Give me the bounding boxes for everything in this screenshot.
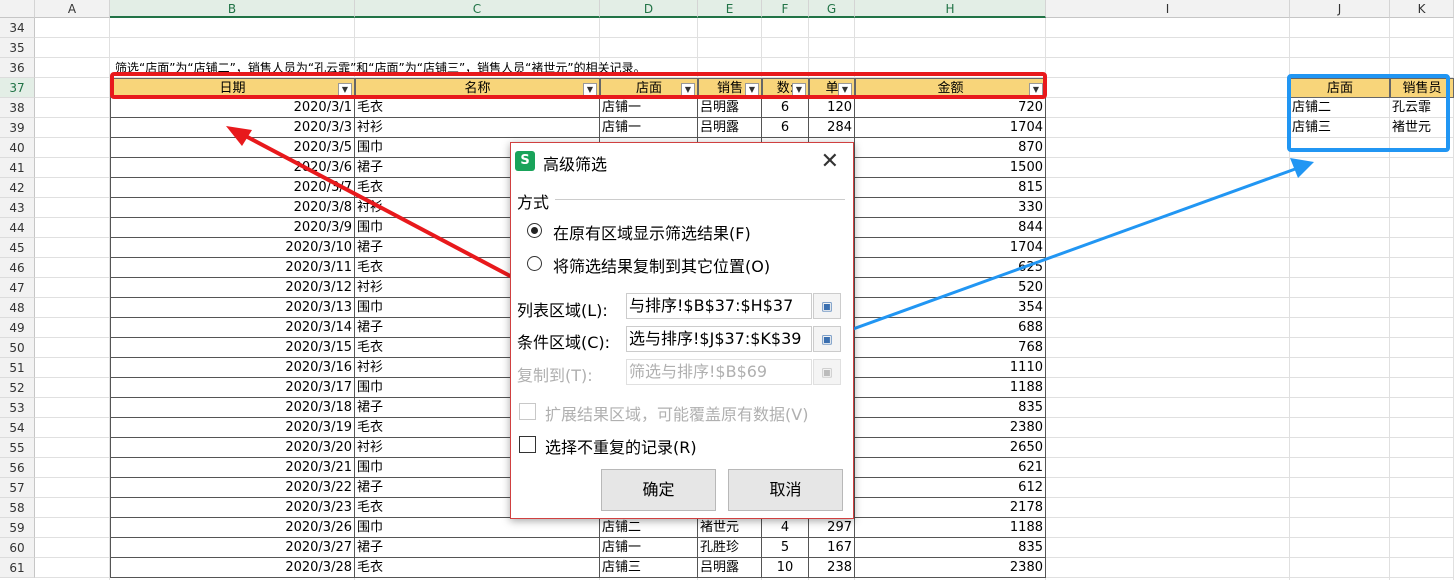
close-icon[interactable]: ✕ xyxy=(821,149,839,174)
unique-records-label[interactable]: 选择不重复的记录(R) xyxy=(545,434,697,458)
radio-in-place-label[interactable]: 在原有区域显示筛选结果(F) xyxy=(553,220,751,244)
radio-copy-label[interactable]: 将筛选结果复制到其它位置(O) xyxy=(553,253,770,277)
blue-arrow xyxy=(805,166,1299,348)
advanced-filter-dialog[interactable]: S 高级筛选 ✕ 方式 在原有区域显示筛选结果(F) 将筛选结果复制到其它位置(… xyxy=(510,142,854,519)
dialog-title: 高级筛选 xyxy=(543,155,608,174)
criteria-range-picker-icon[interactable]: ▣ xyxy=(813,326,841,352)
wps-logo-icon: S xyxy=(515,151,535,171)
radio-in-place[interactable] xyxy=(527,223,542,238)
expand-results-label: 扩展结果区域，可能覆盖原有数据(V) xyxy=(545,405,809,424)
mode-section-label: 方式 xyxy=(517,193,550,212)
unique-records-checkbox[interactable] xyxy=(519,436,536,453)
list-range-label: 列表区域(L): xyxy=(517,301,608,320)
list-range-picker-icon[interactable]: ▣ xyxy=(813,293,841,319)
criteria-range-input[interactable]: 选与排序!$J$37:$K$39 xyxy=(626,326,812,352)
ok-button[interactable]: 确定 xyxy=(601,469,716,511)
red-arrowhead xyxy=(226,126,252,146)
expand-results-checkbox[interactable] xyxy=(519,403,536,420)
criteria-range-label: 条件区域(C): xyxy=(517,333,611,352)
radio-copy[interactable] xyxy=(527,256,542,271)
dialog-title-bar[interactable]: S 高级筛选 ✕ xyxy=(511,143,853,179)
cancel-button[interactable]: 取消 xyxy=(728,469,843,511)
copy-to-picker-icon[interactable]: ▣ xyxy=(813,359,841,385)
copy-to-input[interactable]: 筛选与排序!$B$69 xyxy=(626,359,812,385)
copy-to-label: 复制到(T): xyxy=(517,366,593,385)
section-divider xyxy=(555,199,845,200)
list-range-input[interactable]: 与排序!$B$37:$H$37 xyxy=(626,293,812,319)
